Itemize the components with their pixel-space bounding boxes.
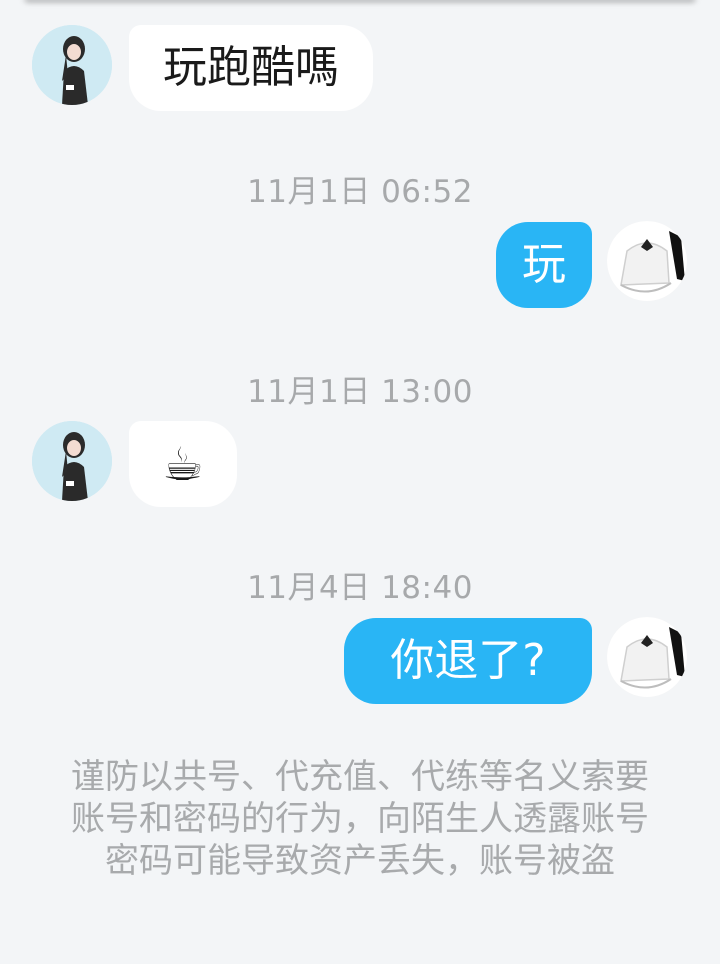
message-timestamp: 11月4日 18:40 [247,570,473,606]
message-timestamp: 11月1日 06:52 [247,174,473,210]
contact-avatar[interactable] [32,25,112,105]
security-notice: 谨防以共号、代充值、代练等名义索要账号和密码的行为，向陌生人透露账号密码可能导致… [71,757,649,881]
message-bubble-outgoing[interactable]: 你退了? [344,618,592,704]
message-bubble-outgoing[interactable]: 玩 [496,222,592,308]
user-avatar[interactable] [607,221,687,301]
anime-girl-avatar-icon [32,421,112,501]
message-text: ☕ [162,437,204,491]
white-dress-avatar-icon [607,221,687,301]
message-bubble-incoming[interactable]: 玩跑酷嗎 [129,25,373,111]
message-text: 你退了? [390,635,546,686]
user-avatar[interactable] [607,617,687,697]
message-text: 玩跑酷嗎 [163,42,339,93]
message-timestamp: 11月1日 13:00 [247,374,473,410]
anime-girl-avatar-icon [32,25,112,105]
message-bubble-incoming[interactable]: ☕ [129,421,237,507]
contact-avatar[interactable] [32,421,112,501]
message-text: 玩 [522,239,566,290]
white-dress-avatar-icon [607,617,687,697]
